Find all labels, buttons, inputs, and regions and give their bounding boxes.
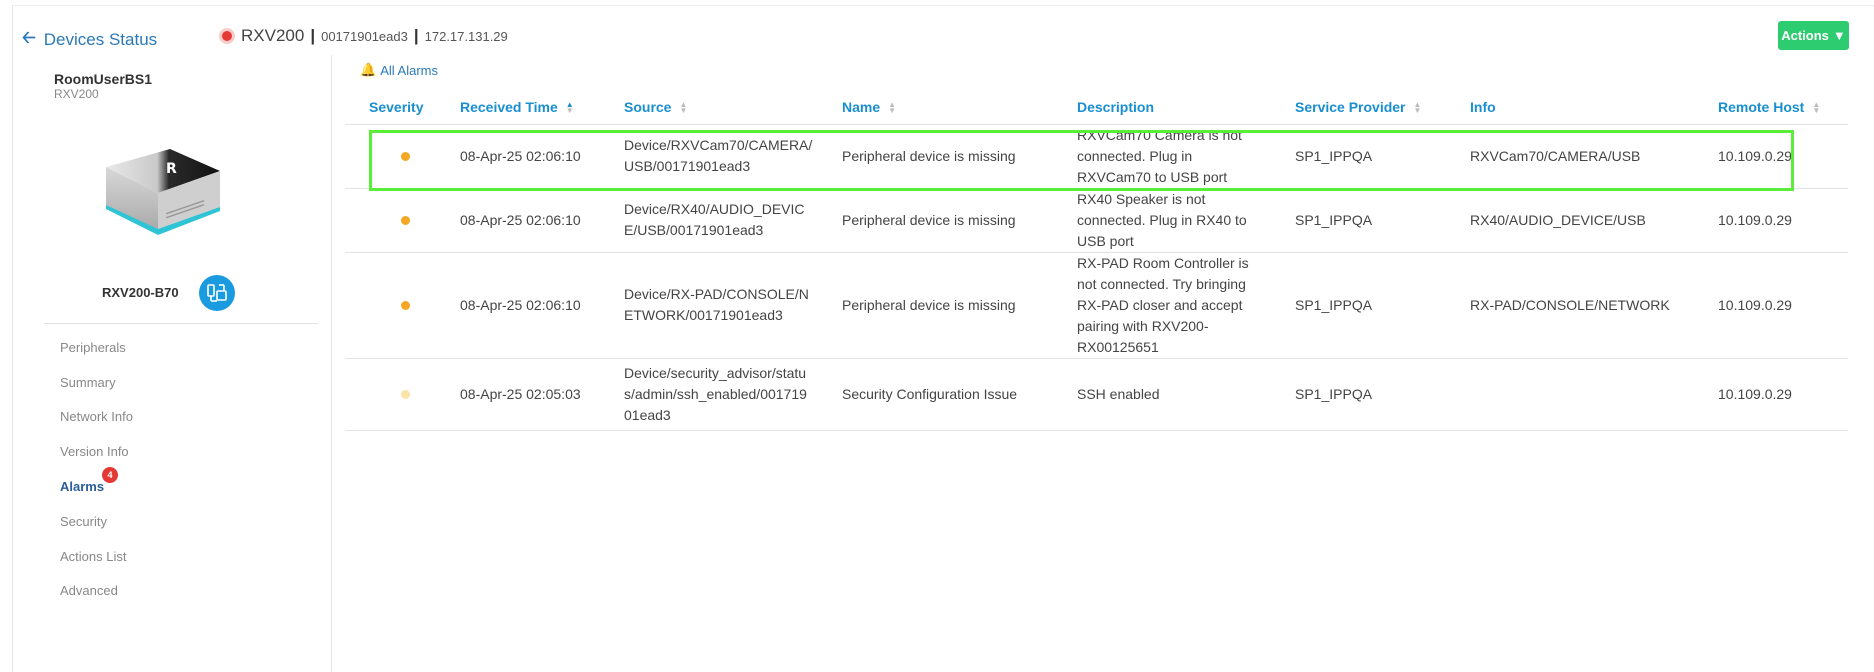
menu-item-peripherals[interactable]: Peripherals: [60, 340, 126, 355]
device-sidebar: RoomUserBS1 RXV200 R RXV200-B70 Peripher…: [12, 55, 332, 672]
received-time-cell: 08-Apr-25 02:06:10: [436, 252, 600, 359]
menu-item-network-info[interactable]: Network Info: [60, 409, 133, 424]
info-cell: RX-PAD/CONSOLE/NETWORK: [1446, 252, 1694, 359]
menu-item-version-info[interactable]: Version Info: [60, 444, 129, 459]
column-header-service-provider[interactable]: Service Provider ▲ ▼: [1271, 90, 1446, 125]
column-header-description[interactable]: Description: [1053, 90, 1271, 125]
separator: |: [413, 26, 419, 45]
menu-item-advanced[interactable]: Advanced: [60, 583, 118, 598]
menu-item-actions-list[interactable]: Actions List: [60, 549, 126, 564]
table-header-row: Severity Received Time ▲ ▼ Source ▲ ▼ Name ▲ ▼…: [345, 90, 1848, 125]
sidebar-divider: [44, 323, 318, 324]
description-cell: RXVCam70 Camera is not connected. Plug i…: [1053, 124, 1271, 189]
info-cell: [1446, 358, 1694, 431]
received-time-cell: 08-Apr-25 02:06:10: [436, 188, 600, 253]
column-header-name[interactable]: Name ▲ ▼: [818, 90, 1053, 125]
table-row[interactable]: 08-Apr-25 02:05:03 Device/security_advis…: [345, 358, 1848, 431]
remote-host-cell: 10.109.0.29: [1694, 124, 1848, 189]
received-time-cell: 08-Apr-25 02:06:10: [436, 124, 600, 189]
severity-icon: [401, 389, 410, 399]
remote-host-cell: 10.109.0.29: [1694, 252, 1848, 359]
arrow-left-icon: 🡠: [22, 28, 36, 47]
device-id-label: RXV200-B70: [102, 285, 179, 300]
table-row[interactable]: 08-Apr-25 02:06:10 Device/RX-PAD/CONSOLE…: [345, 252, 1848, 359]
all-alarms-filter[interactable]: 🔔 All Alarms: [360, 62, 438, 78]
device-image: R: [106, 149, 220, 235]
source-cell: Device/RXVCam70/CAMERA/USB/00171901ead3: [600, 124, 818, 189]
description-cell: RX40 Speaker is not connected. Plug in R…: [1053, 188, 1271, 253]
device-mac: 00171901ead3: [321, 28, 408, 44]
sort-icon: ▲ ▼: [679, 100, 688, 116]
description-cell: SSH enabled: [1053, 358, 1271, 431]
remote-host-cell: 10.109.0.29: [1694, 188, 1848, 253]
severity-cell: [345, 124, 436, 189]
severity-cell: [345, 252, 436, 359]
offline-status-icon: [222, 31, 232, 41]
room-device-model: RXV200: [54, 87, 99, 101]
back-to-devices-status-link[interactable]: 🡠 Devices Status: [22, 25, 157, 54]
source-cell: Device/RX40/AUDIO_DEVICE/USB/00171901ead…: [600, 188, 818, 253]
service-provider-cell: SP1_IPPQA: [1271, 124, 1446, 189]
table-row[interactable]: 08-Apr-25 02:06:10 Device/RX40/AUDIO_DEV…: [345, 188, 1848, 253]
name-cell: Peripheral device is missing: [818, 188, 1053, 253]
menu-item-security[interactable]: Security: [60, 514, 107, 529]
severity-icon: [401, 300, 410, 310]
all-alarms-label: All Alarms: [380, 62, 438, 78]
column-header-received-time[interactable]: Received Time ▲ ▼: [436, 90, 600, 125]
sort-icon: ▲ ▼: [1413, 100, 1422, 116]
info-cell: RXVCam70/CAMERA/USB: [1446, 124, 1694, 189]
source-cell: Device/RX-PAD/CONSOLE/NETWORK/00171901ea…: [600, 252, 818, 359]
column-header-source[interactable]: Source ▲ ▼: [600, 90, 818, 125]
alarms-table: Severity Received Time ▲ ▼ Source ▲ ▼ Name ▲ ▼…: [345, 90, 1848, 431]
svg-text:R: R: [166, 161, 177, 177]
table-row[interactable]: 08-Apr-25 02:06:10 Device/RXVCam70/CAMER…: [345, 124, 1848, 189]
severity-icon: [401, 151, 410, 161]
severity-icon: [401, 215, 410, 225]
alarms-count-badge: 4: [102, 467, 118, 483]
received-time-cell: 08-Apr-25 02:05:03: [436, 358, 600, 431]
description-cell: RX-PAD Room Controller is not connected.…: [1053, 252, 1271, 359]
room-name: RoomUserBS1: [54, 71, 153, 87]
column-header-info[interactable]: Info: [1446, 90, 1694, 125]
device-model-title: RXV200: [241, 26, 305, 45]
menu-item-alarms-label: Alarms: [60, 479, 105, 494]
source-cell: Device/security_advisor/status/admin/ssh…: [600, 358, 818, 431]
sort-icon: ▲ ▼: [888, 100, 897, 116]
menu-item-summary[interactable]: Summary: [60, 375, 116, 390]
service-provider-cell: SP1_IPPQA: [1271, 188, 1446, 253]
network-topology-button[interactable]: [199, 275, 235, 311]
caret-down-icon: ▼: [1832, 28, 1846, 43]
sort-ascending-icon: ▲ ▼: [565, 100, 574, 116]
device-header: RXV200 | 00171901ead3 | 172.17.131.29: [222, 26, 508, 46]
actions-dropdown-button[interactable]: Actions ▼: [1778, 21, 1849, 50]
actions-label: Actions: [1781, 28, 1829, 43]
column-header-severity[interactable]: Severity: [345, 90, 436, 125]
back-link-label: Devices Status: [43, 29, 158, 49]
name-cell: Peripheral device is missing: [818, 124, 1053, 189]
bell-icon: 🔔: [360, 62, 377, 77]
remote-host-cell: 10.109.0.29: [1694, 358, 1848, 431]
severity-cell: [345, 188, 436, 253]
service-provider-cell: SP1_IPPQA: [1271, 252, 1446, 359]
service-provider-cell: SP1_IPPQA: [1271, 358, 1446, 431]
network-devices-icon: [207, 284, 227, 302]
device-ip: 172.17.131.29: [424, 28, 508, 44]
name-cell: Security Configuration Issue: [818, 358, 1053, 431]
separator: |: [310, 26, 316, 45]
column-header-remote-host[interactable]: Remote Host ▲ ▼: [1694, 90, 1848, 125]
info-cell: RX40/AUDIO_DEVICE/USB: [1446, 188, 1694, 253]
sort-icon: ▲ ▼: [1812, 100, 1821, 116]
menu-item-alarms[interactable]: Alarms 4: [60, 467, 118, 494]
name-cell: Peripheral device is missing: [818, 252, 1053, 359]
severity-cell: [345, 358, 436, 431]
